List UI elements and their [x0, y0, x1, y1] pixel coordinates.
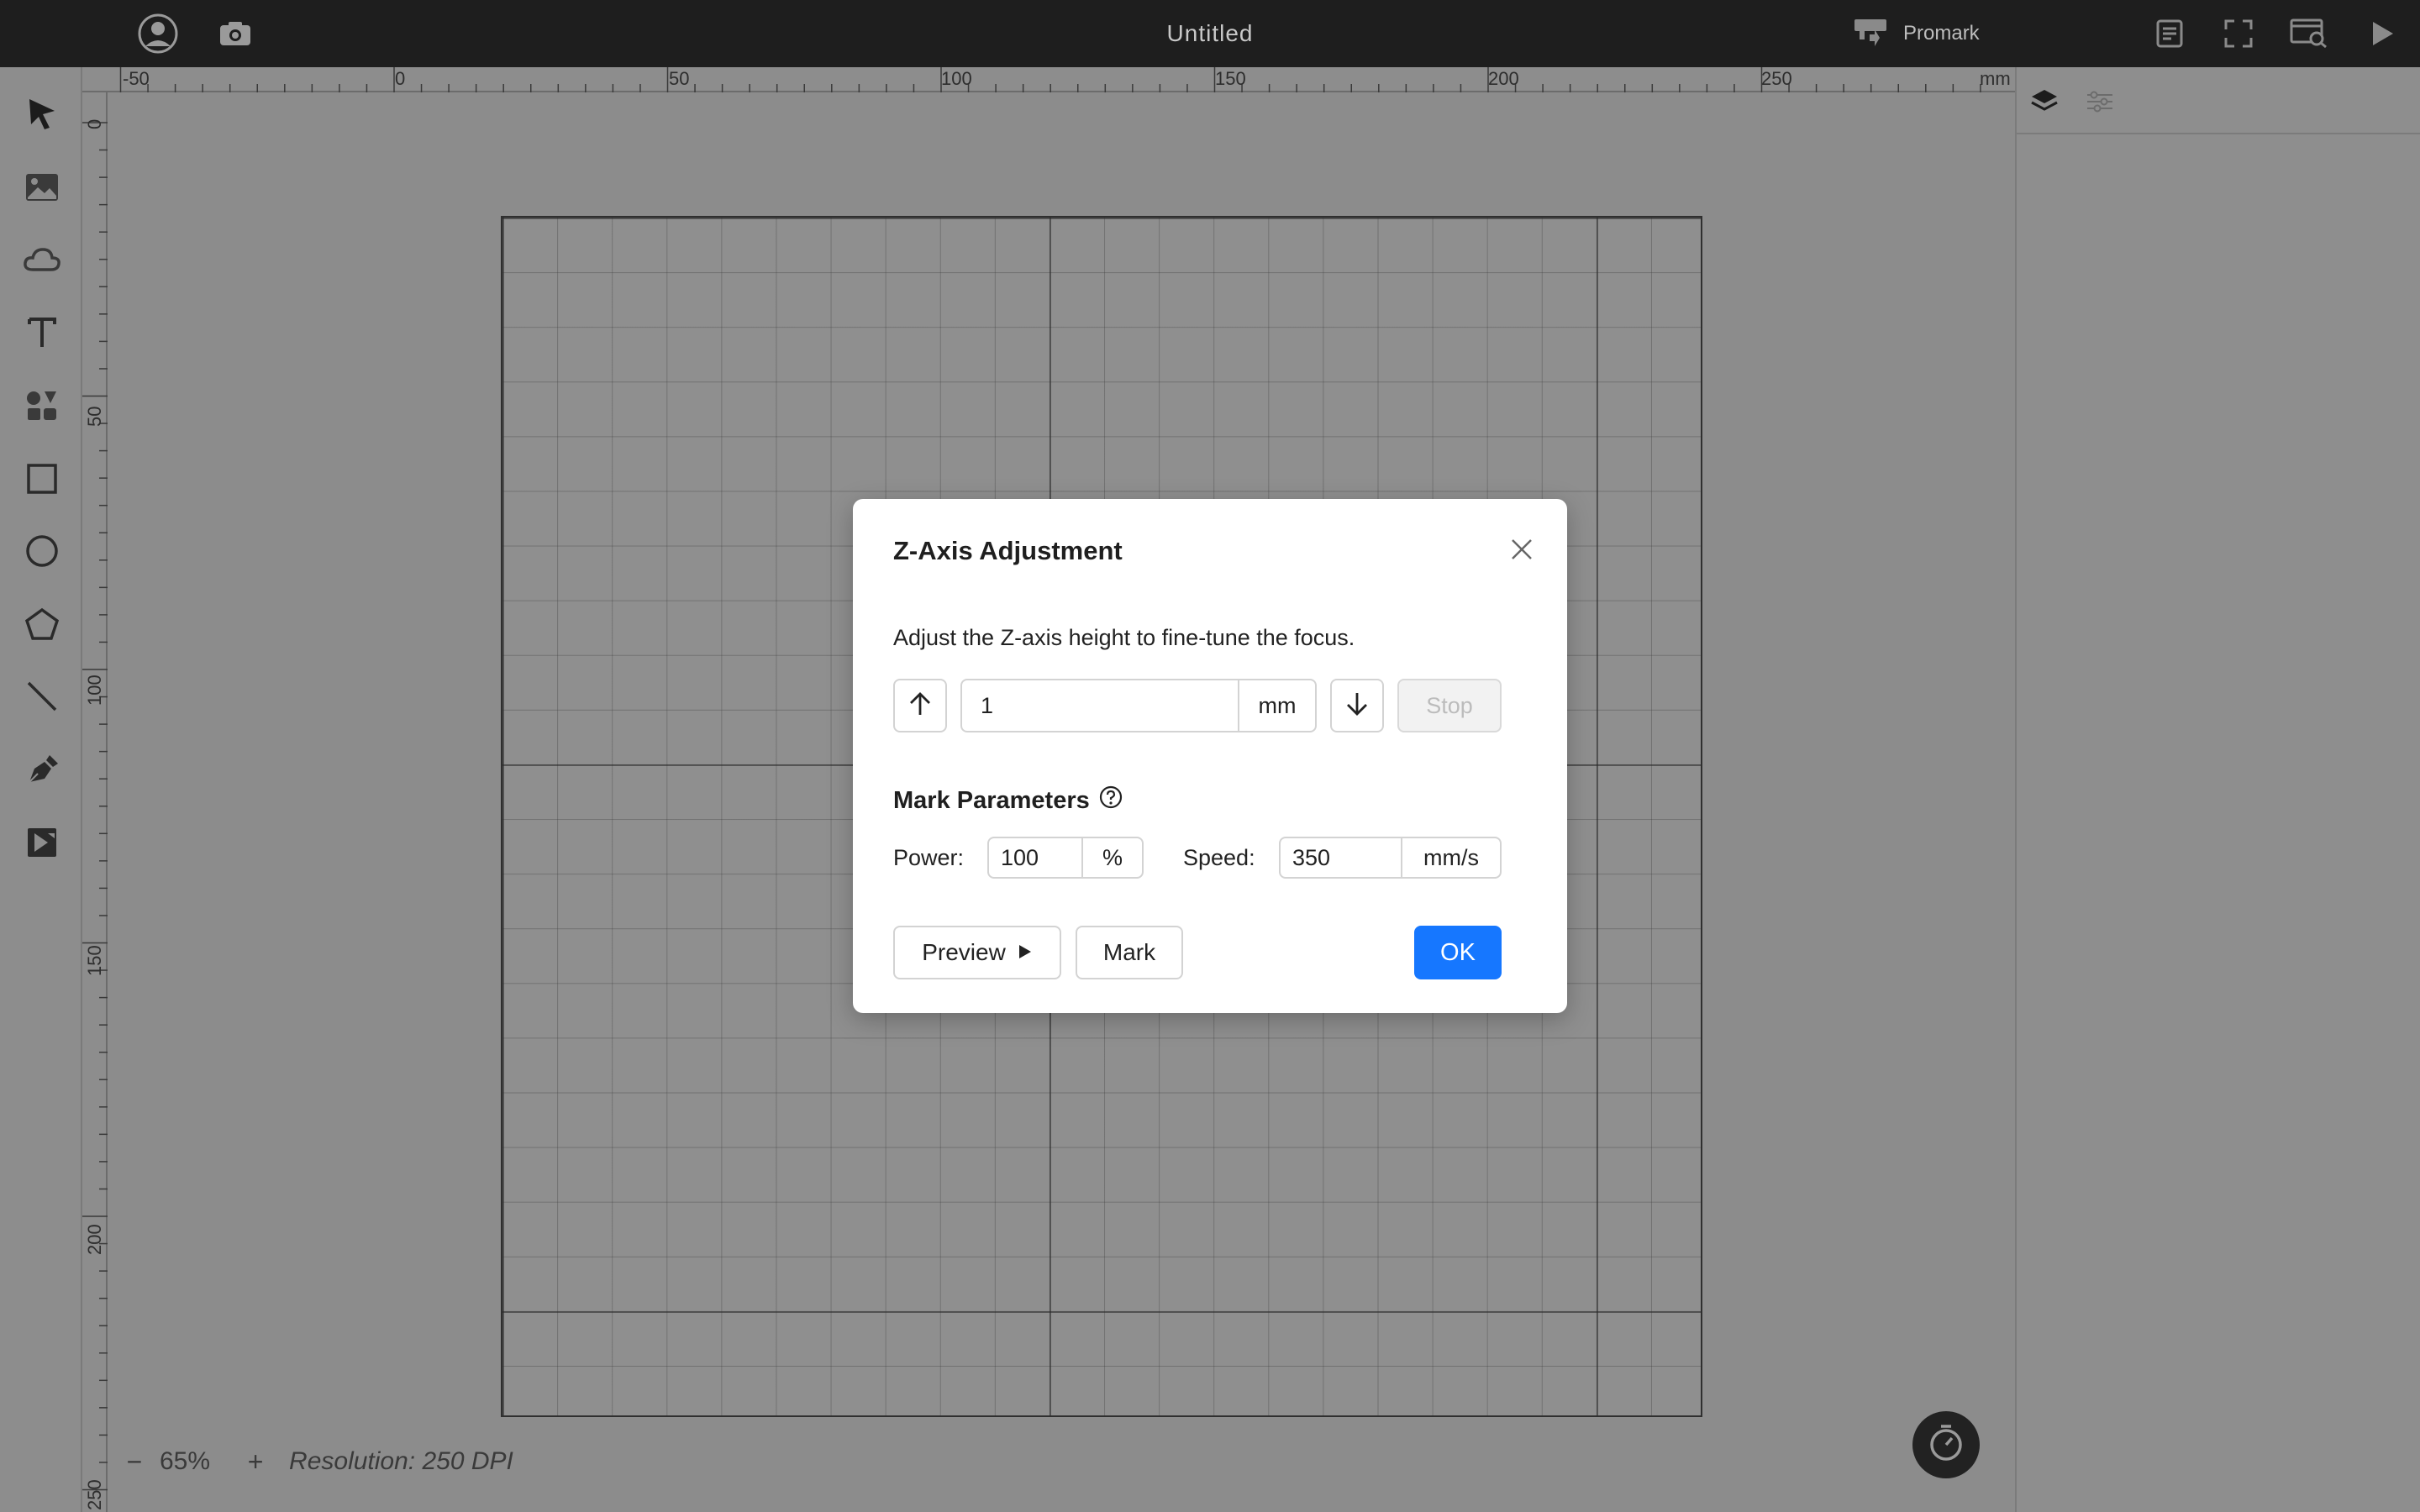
ruler-unit: mm — [1980, 68, 2011, 89]
document-title: Untitled — [1166, 20, 1254, 46]
fullscreen-icon[interactable] — [2222, 0, 2255, 67]
machine-name: Promark — [1903, 22, 1980, 45]
ruler-label: 200 — [84, 1224, 105, 1255]
arrow-down-icon — [1345, 691, 1369, 721]
z-step-unit: mm — [1238, 680, 1315, 731]
speed-unit: mm/s — [1401, 838, 1500, 877]
close-icon[interactable] — [1505, 533, 1539, 566]
ruler-label: 0 — [395, 68, 406, 89]
task-list-icon[interactable] — [2153, 0, 2186, 67]
power-unit: % — [1081, 838, 1142, 877]
speed-input[interactable]: 350 — [1281, 838, 1401, 877]
z-step-field[interactable]: 1 mm — [960, 679, 1317, 732]
laser-machine-icon — [1853, 16, 1890, 52]
top-ruler-ticks — [119, 67, 1981, 92]
dialog-description: Adjust the Z-axis height to fine-tune th… — [893, 625, 1355, 650]
layers-icon[interactable] — [2017, 67, 2072, 134]
power-field[interactable]: 100 % — [987, 837, 1144, 879]
right-panel — [2015, 67, 2420, 1512]
z-axis-adjustment-dialog: Z-Axis Adjustment Adjust the Z-axis heig… — [853, 499, 1567, 1013]
top-ruler: -50 0 50 100 150 200 250 mm — [82, 67, 2015, 92]
mark-button[interactable]: Mark — [1076, 926, 1183, 979]
zoom-out-button[interactable]: − — [118, 1446, 151, 1478]
rectangle-icon[interactable] — [20, 457, 64, 501]
ruler-label: 150 — [1215, 68, 1246, 89]
pen-icon[interactable] — [20, 748, 64, 791]
power-input[interactable]: 100 — [989, 838, 1081, 877]
ruler-label: -50 — [123, 68, 150, 89]
image-icon[interactable] — [20, 165, 64, 209]
dialog-title: Z-Axis Adjustment — [893, 536, 1123, 565]
ellipse-icon[interactable] — [20, 529, 64, 573]
run-icon[interactable] — [2366, 0, 2400, 67]
ruler-label: 50 — [84, 406, 105, 427]
zoom-level: 65% — [160, 1447, 211, 1475]
play-icon — [1018, 939, 1033, 966]
z-down-button[interactable] — [1330, 679, 1384, 732]
ok-button[interactable]: OK — [1414, 926, 1502, 979]
right-panel-tabs — [2017, 67, 2420, 134]
ruler-label: 200 — [1488, 68, 1519, 89]
ruler-label: 0 — [84, 118, 105, 129]
top-bar: Untitled Promark — [0, 0, 2420, 67]
mark-parameters-heading: Mark Parameters — [893, 785, 1123, 816]
left-ruler: 0 50 100 150 200 250 — [82, 92, 108, 1512]
dmkt-icon[interactable] — [20, 821, 64, 864]
time-estimate-button[interactable] — [1912, 1411, 1980, 1478]
z-up-button[interactable] — [893, 679, 947, 732]
speed-field[interactable]: 350 mm/s — [1279, 837, 1502, 879]
speed-label: Speed: — [1183, 845, 1255, 870]
power-label: Power: — [893, 845, 965, 870]
stop-button[interactable]: Stop — [1397, 679, 1502, 732]
ruler-label: 50 — [669, 68, 690, 89]
preview-window-icon[interactable] — [2287, 0, 2331, 67]
text-icon[interactable] — [20, 311, 64, 354]
object-settings-icon[interactable] — [2072, 67, 2128, 134]
machine-selector[interactable]: Promark — [1853, 0, 1980, 67]
select-arrow-icon[interactable] — [20, 92, 64, 136]
line-icon[interactable] — [20, 675, 64, 718]
elements-icon[interactable] — [20, 384, 64, 428]
resolution-label: Resolution: 250 DPI — [289, 1447, 513, 1475]
help-icon[interactable] — [1098, 785, 1123, 816]
left-ruler-ticks — [82, 122, 108, 1491]
status-bar: − 65% + Resolution: 250 DPI — [118, 1443, 513, 1480]
ruler-label: 150 — [84, 945, 105, 976]
ruler-label: 250 — [1761, 68, 1792, 89]
left-toolbar — [0, 67, 82, 1512]
polygon-icon[interactable] — [20, 602, 64, 646]
preview-button[interactable]: Preview — [893, 926, 1061, 979]
ruler-label: 100 — [84, 675, 105, 706]
ruler-label: 100 — [941, 68, 972, 89]
cloud-icon[interactable] — [20, 238, 64, 281]
zoom-in-button[interactable]: + — [239, 1446, 272, 1478]
preview-label: Preview — [922, 939, 1006, 965]
arrow-up-icon — [908, 691, 932, 721]
mark-parameters-title: Mark Parameters — [893, 786, 1090, 814]
z-step-input[interactable]: 1 — [962, 680, 1238, 731]
ruler-label: 250 — [84, 1479, 105, 1510]
stopwatch-icon — [1928, 1424, 1965, 1467]
